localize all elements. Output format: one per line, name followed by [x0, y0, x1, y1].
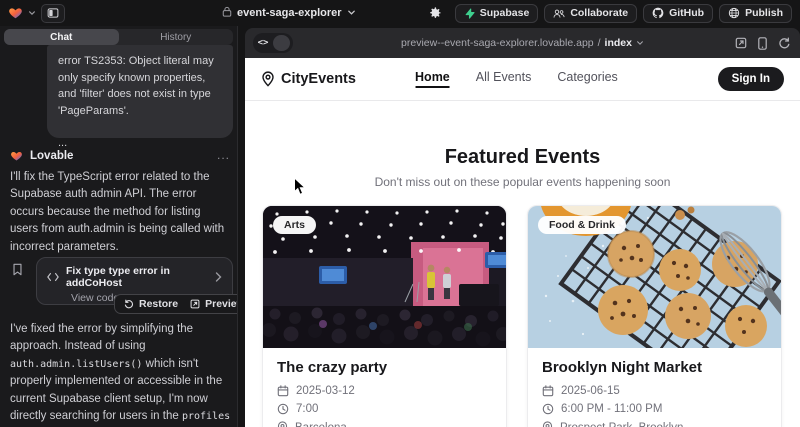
github-label: GitHub: [669, 7, 704, 19]
sidebar-toggle-button[interactable]: [41, 4, 65, 23]
calendar-icon: [277, 385, 289, 397]
chat-history-tabs: Chat History: [4, 29, 233, 45]
preview-external-icon: [190, 299, 200, 309]
refresh-icon[interactable]: [778, 37, 790, 49]
message-action-bar: Restore Preview: [114, 294, 238, 314]
bookmark-icon[interactable]: [12, 263, 23, 281]
event-location: Barcelona: [295, 422, 347, 427]
nav-categories[interactable]: Categories: [557, 70, 617, 88]
path-chevron-down-icon: [636, 39, 644, 47]
event-time-row: 6:00 PM - 11:00 PM: [542, 403, 767, 415]
closing-code-2: profiles: [182, 411, 230, 422]
event-date-row: 2025-03-12: [277, 385, 492, 397]
project-chevron-down-icon[interactable]: [347, 4, 356, 22]
assistant-name: Lovable: [30, 150, 73, 162]
collaborate-button[interactable]: Collaborate: [544, 4, 637, 23]
preview-url-bar[interactable]: preview--event-saga-explorer.lovable.app…: [245, 28, 800, 58]
hero-title: Featured Events: [245, 146, 800, 169]
chat-sidebar: Chat History error TS2353: Object litera…: [0, 26, 238, 427]
publish-label: Publish: [745, 7, 783, 19]
preview-label: Preview: [205, 298, 238, 310]
restore-icon: [124, 299, 134, 309]
code-icon: [47, 272, 59, 282]
publish-button[interactable]: Publish: [719, 4, 792, 23]
event-date: 2025-06-15: [561, 385, 620, 397]
event-title: Brooklyn Night Market: [542, 359, 767, 376]
site-brand[interactable]: CityEvents: [261, 71, 356, 87]
location-pin-icon: [542, 421, 553, 427]
url-separator: /: [598, 37, 601, 49]
supabase-label: Supabase: [480, 7, 530, 19]
preview-button[interactable]: Preview: [190, 298, 238, 310]
assistant-header: Lovable ...: [10, 150, 230, 162]
location-pin-icon: [277, 421, 288, 427]
closing-code-1: auth.admin.listUsers(): [10, 359, 142, 370]
chevron-right-icon: [215, 272, 222, 282]
nav-home[interactable]: Home: [415, 70, 450, 88]
project-name[interactable]: event-saga-explorer: [237, 7, 342, 19]
map-pin-logo-icon: [261, 71, 275, 87]
restore-label: Restore: [139, 298, 178, 310]
top-bar: event-saga-explorer Supabase Collaborate…: [0, 0, 800, 26]
event-time: 6:00 PM - 11:00 PM: [561, 403, 662, 415]
restore-button[interactable]: Restore: [124, 298, 178, 310]
event-time-row: 7:00: [277, 403, 492, 415]
lovable-logo-icon[interactable]: [8, 6, 23, 20]
preview-path: index: [605, 37, 632, 49]
collaborate-label: Collaborate: [570, 7, 628, 19]
settings-gear-icon[interactable]: [423, 4, 447, 23]
calendar-icon: [542, 385, 554, 397]
event-badge: Arts: [273, 216, 316, 234]
preview-webpage: CityEvents Home All Events Categories Si…: [245, 58, 800, 427]
preview-url: preview--event-saga-explorer.lovable.app: [401, 37, 594, 49]
nav-all-events[interactable]: All Events: [476, 70, 532, 88]
tab-chat[interactable]: Chat: [4, 29, 119, 45]
event-card-brooklyn-market[interactable]: Food & Drink Brooklyn Night Market 2025-…: [527, 205, 782, 427]
event-badge: Food & Drink: [538, 216, 626, 234]
user-message-bubble: error TS2353: Object literal may only sp…: [47, 45, 233, 138]
brand-name: CityEvents: [281, 71, 356, 87]
sign-in-button[interactable]: Sign In: [718, 67, 784, 91]
event-date-row: 2025-06-15: [542, 385, 767, 397]
event-image-conference: Arts: [263, 206, 506, 348]
event-title: The crazy party: [277, 359, 492, 376]
site-nav: Home All Events Categories: [415, 70, 618, 88]
open-in-new-tab-icon[interactable]: [735, 37, 747, 49]
hero-subtitle: Don't miss out on these popular events h…: [245, 175, 800, 189]
event-time: 7:00: [296, 403, 318, 415]
event-image-cookies: Food & Drink: [528, 206, 781, 348]
lock-icon: [222, 4, 232, 22]
event-card-crazy-party[interactable]: Arts The crazy party 2025-03-12 7:00 Bar…: [262, 205, 507, 427]
event-location: Prospect Park, Brooklyn: [560, 422, 683, 427]
event-location-row: Prospect Park, Brooklyn: [542, 421, 767, 427]
supabase-button[interactable]: Supabase: [455, 4, 539, 23]
closing-text-1: I've fixed the error by simplifying the …: [10, 323, 193, 352]
clock-icon: [277, 403, 289, 415]
site-header: CityEvents Home All Events Categories Si…: [245, 58, 800, 101]
github-button[interactable]: GitHub: [643, 4, 713, 23]
assistant-intro-paragraph: I'll fix the TypeScript error related to…: [10, 169, 231, 256]
lovable-heart-icon: [10, 150, 23, 162]
logo-chevron-down-icon[interactable]: [28, 4, 36, 22]
user-message-text: error TS2353: Object literal may only sp…: [58, 53, 222, 119]
clock-icon: [542, 403, 554, 415]
app-window: event-saga-explorer Supabase Collaborate…: [0, 0, 800, 427]
event-date: 2025-03-12: [296, 385, 355, 397]
message-menu-icon[interactable]: ...: [217, 148, 230, 162]
mobile-view-icon[interactable]: [758, 37, 767, 50]
assistant-closing-paragraph: I've fixed the error by simplifying the …: [10, 321, 231, 427]
event-location-row: Barcelona: [277, 421, 492, 427]
fix-card-title: Fix type type error in addCoHost: [66, 265, 208, 289]
tab-history[interactable]: History: [119, 29, 234, 45]
preview-toolbar: <> preview--event-saga-explorer.lovable.…: [245, 28, 800, 58]
